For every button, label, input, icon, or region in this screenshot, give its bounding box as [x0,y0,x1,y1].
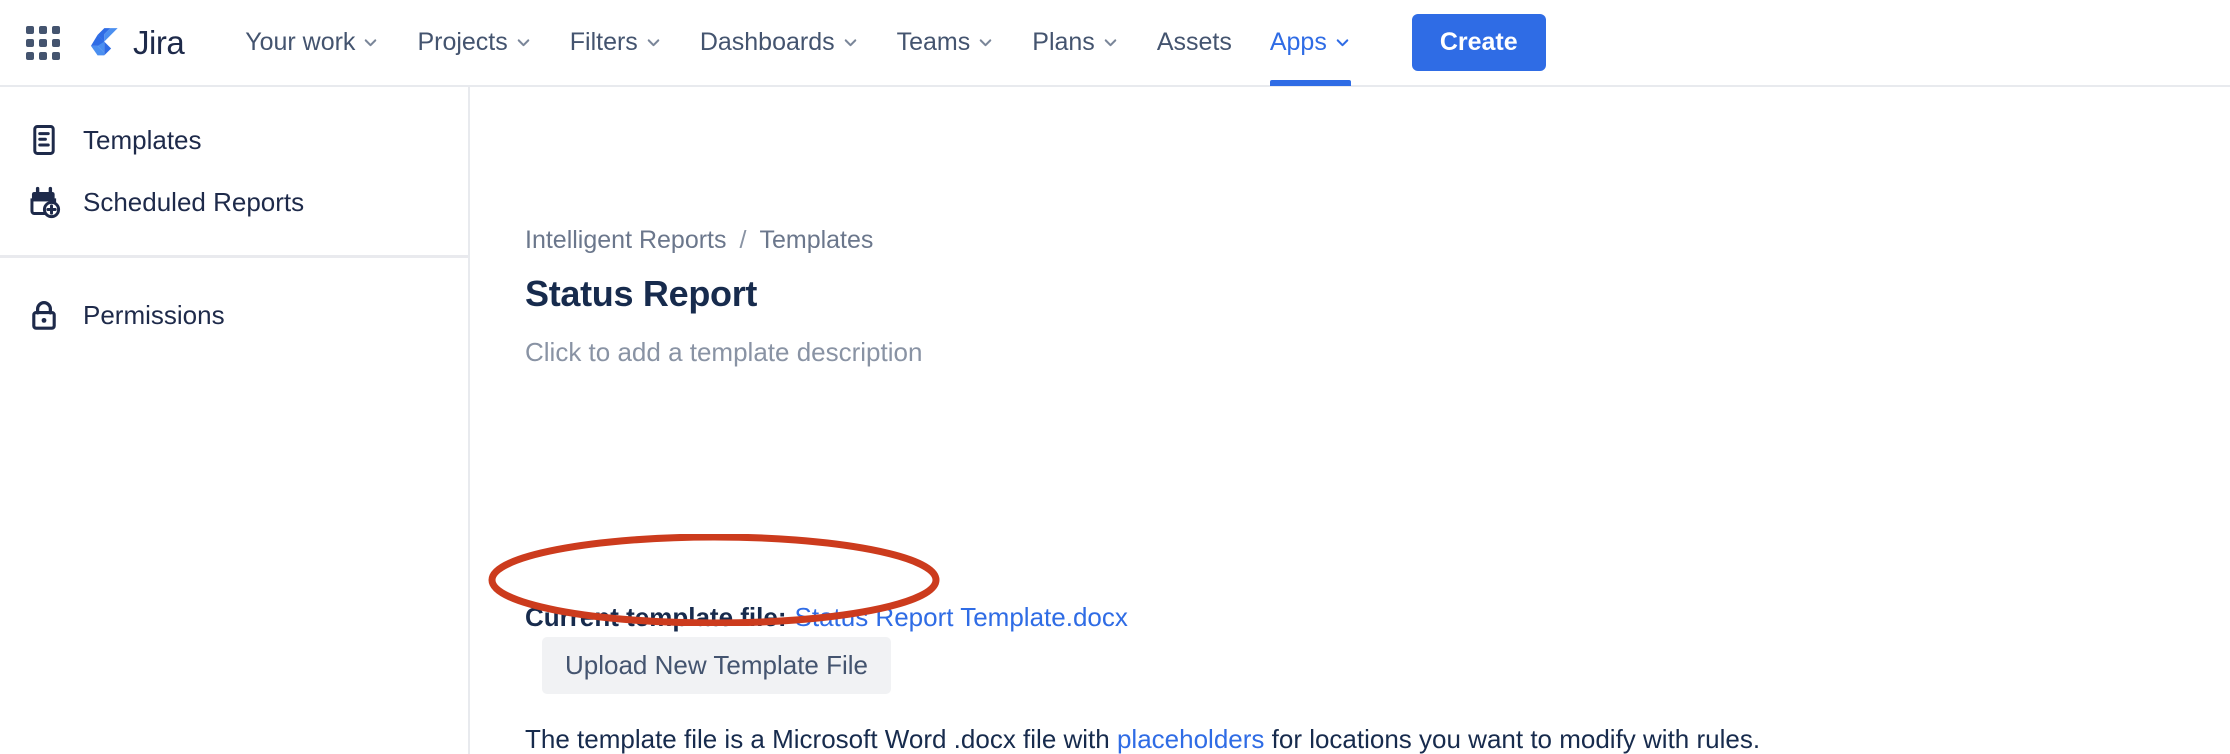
sidebar: Templates Scheduled Reports [0,87,470,754]
jira-app-window: Jira Your work Projects Filters Dashboar… [0,0,2230,754]
nav-item-label: Assets [1157,28,1232,57]
nav-item-label: Teams [897,28,971,57]
nav-item-label: Projects [417,28,507,57]
chevron-down-icon [362,34,379,51]
breadcrumb-current[interactable]: Templates [759,226,873,255]
sidebar-item-permissions[interactable]: Permissions [0,284,468,346]
chevron-down-icon [1102,34,1119,51]
breadcrumb: Intelligent Reports / Templates [525,226,873,255]
grid-apps-icon[interactable] [26,26,60,60]
sidebar-item-templates[interactable]: Templates [0,109,468,171]
jira-logo-icon [85,24,123,62]
chevron-down-icon [842,34,859,51]
chevron-down-icon [515,34,532,51]
upload-new-template-file-button[interactable]: Upload New Template File [542,637,891,694]
sidebar-item-label: Scheduled Reports [83,187,304,218]
active-tab-indicator [1270,80,1351,86]
nav-item-label: Apps [1270,28,1327,57]
breadcrumb-root[interactable]: Intelligent Reports [525,226,727,255]
brand-name: Jira [133,24,184,62]
sidebar-item-label: Permissions [83,300,225,331]
help-text-after: for locations you want to modify with ru… [1264,724,1760,754]
top-navigation-bar: Jira Your work Projects Filters Dashboar… [0,0,2230,87]
current-file-label: Current template file: [525,602,787,632]
sidebar-group-primary: Templates Scheduled Reports [0,87,468,233]
chevron-down-icon [645,34,662,51]
chevron-down-icon [977,34,994,51]
placeholders-link[interactable]: placeholders [1117,724,1264,754]
nav-item-label: Filters [570,28,638,57]
nav-item-label: Plans [1032,28,1095,57]
template-description-placeholder[interactable]: Click to add a template description [525,337,922,368]
sidebar-item-label: Templates [83,125,202,156]
current-file-link[interactable]: Status Report Template.docx [795,602,1128,632]
lock-icon [27,298,61,332]
main-content: Intelligent Reports / Templates Status R… [472,87,2230,754]
create-button[interactable]: Create [1412,14,1546,71]
help-text: The template file is a Microsoft Word .d… [525,724,1760,754]
calendar-add-icon [27,185,61,219]
nav-item-your-work[interactable]: Your work [226,0,398,86]
help-text-before: The template file is a Microsoft Word .d… [525,724,1117,754]
breadcrumb-separator: / [740,226,747,255]
nav-item-filters[interactable]: Filters [551,0,681,86]
nav-items: Your work Projects Filters Dashboards Te… [226,0,1370,86]
nav-item-label: Your work [245,28,355,57]
nav-item-dashboards[interactable]: Dashboards [681,0,878,86]
document-lines-icon [27,123,61,157]
nav-item-apps[interactable]: Apps [1251,0,1370,86]
nav-item-teams[interactable]: Teams [878,0,1014,86]
nav-item-label: Dashboards [700,28,835,57]
nav-item-projects[interactable]: Projects [398,0,550,86]
sidebar-group-secondary: Permissions [0,255,468,346]
jira-home-link[interactable]: Jira [85,24,184,62]
page-title: Status Report [525,273,757,315]
current-template-file-row: Current template file: Status Report Temp… [525,602,1128,633]
nav-item-assets[interactable]: Assets [1138,0,1251,86]
chevron-down-icon [1334,34,1351,51]
nav-item-plans[interactable]: Plans [1013,0,1138,86]
sidebar-item-scheduled-reports[interactable]: Scheduled Reports [0,171,468,233]
